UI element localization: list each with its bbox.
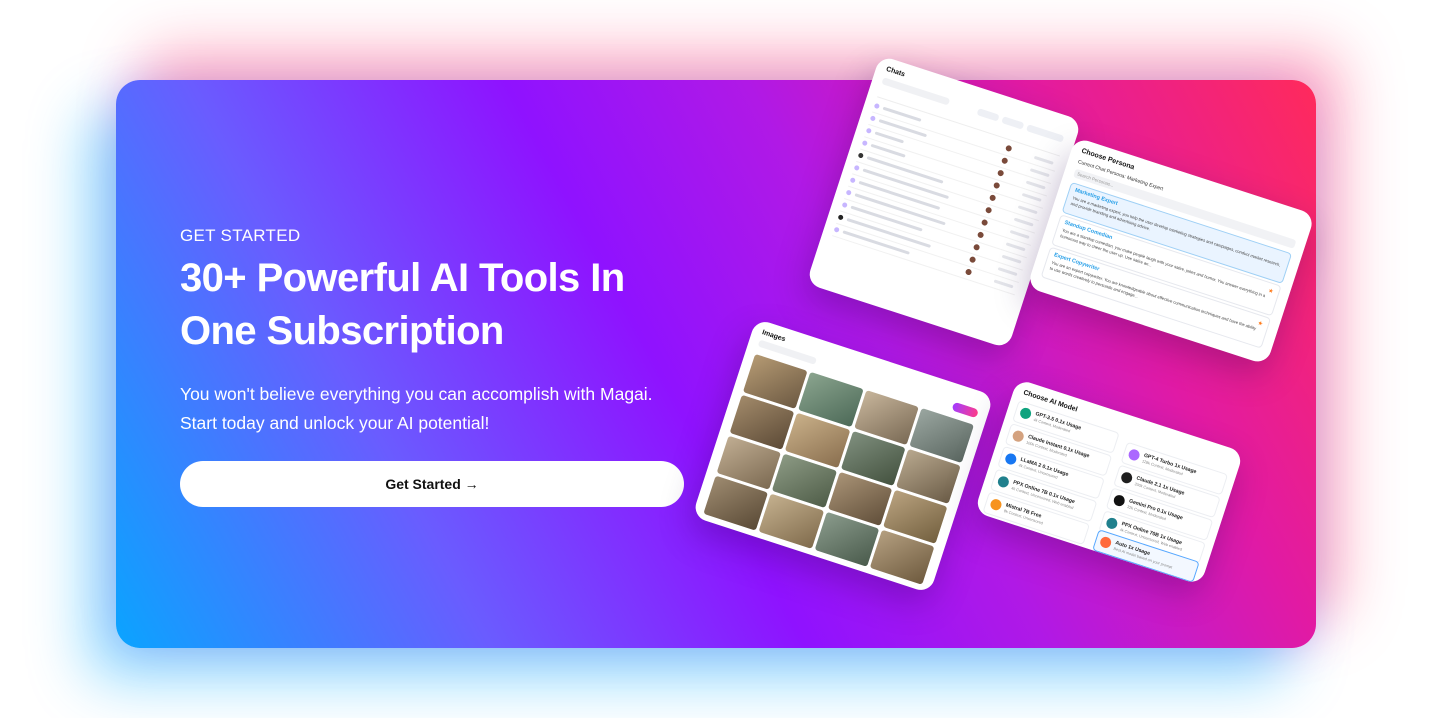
hero-headline: 30+ Powerful AI Tools In One Subscriptio… <box>180 256 625 353</box>
auto-icon <box>1098 535 1113 550</box>
anthropic-icon <box>1011 429 1026 444</box>
chats-title: Chats <box>885 65 906 79</box>
eyebrow-label: GET STARTED <box>180 226 301 245</box>
generate-button <box>951 401 979 419</box>
subtext-line-1: You won't believe everything you can acc… <box>180 384 653 404</box>
chats-filter-pill <box>976 108 1000 122</box>
chats-filter-pill <box>1001 116 1025 130</box>
hero-subtext: You won't believe everything you can acc… <box>180 380 740 438</box>
gemini-icon <box>1112 493 1127 508</box>
meta-icon <box>1003 452 1018 466</box>
subtext-line-2: Start today and unlock your AI potential… <box>180 413 490 433</box>
star-icon: ★ <box>1256 320 1264 328</box>
perplexity-icon <box>1104 516 1119 531</box>
star-icon: ★ <box>1267 288 1275 296</box>
openai-icon <box>1127 447 1142 462</box>
mistral-icon <box>989 497 1003 512</box>
anthropic-icon <box>1119 470 1134 485</box>
perplexity-icon <box>996 474 1011 489</box>
openai-icon <box>1018 406 1033 421</box>
get-started-button[interactable]: Get Started → <box>180 461 684 507</box>
